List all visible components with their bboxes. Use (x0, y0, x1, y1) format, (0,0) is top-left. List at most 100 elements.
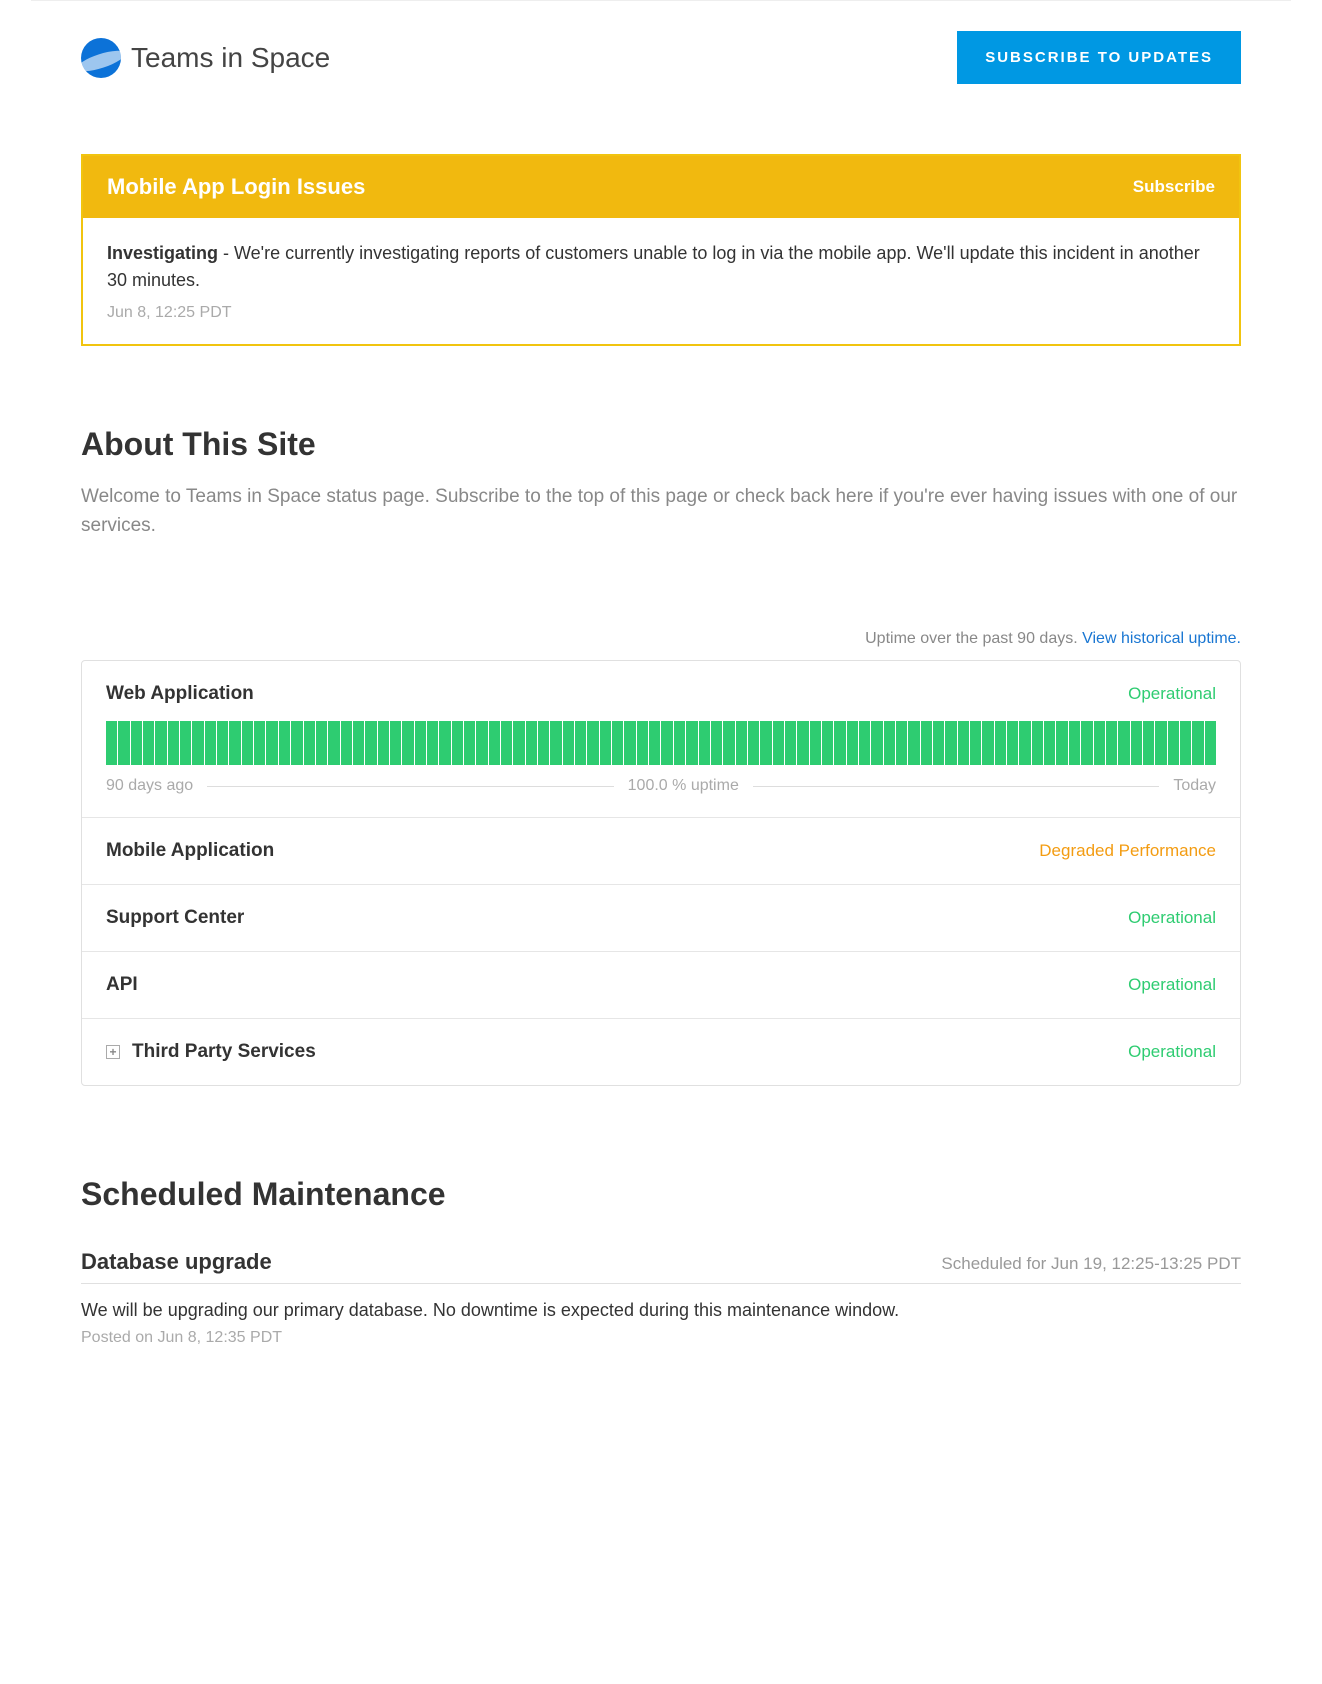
uptime-bar[interactable] (205, 721, 216, 765)
uptime-bar[interactable] (773, 721, 784, 765)
maintenance-posted: Posted on Jun 8, 12:35 PDT (81, 1329, 1241, 1347)
subscribe-updates-button[interactable]: SUBSCRIBE TO UPDATES (957, 31, 1241, 84)
uptime-bar[interactable] (513, 721, 524, 765)
uptime-bar[interactable] (1192, 721, 1203, 765)
uptime-bar[interactable] (180, 721, 191, 765)
uptime-bar[interactable] (476, 721, 487, 765)
uptime-bar[interactable] (945, 721, 956, 765)
uptime-bar[interactable] (921, 721, 932, 765)
uptime-bar[interactable] (353, 721, 364, 765)
uptime-bar[interactable] (390, 721, 401, 765)
uptime-bar[interactable] (612, 721, 623, 765)
uptime-bar[interactable] (242, 721, 253, 765)
uptime-bar[interactable] (587, 721, 598, 765)
uptime-bar[interactable] (341, 721, 352, 765)
uptime-bar[interactable] (1081, 721, 1092, 765)
component-header: +Third Party ServicesOperational (106, 1041, 1216, 1063)
uptime-bar[interactable] (143, 721, 154, 765)
uptime-bar[interactable] (908, 721, 919, 765)
uptime-bar[interactable] (760, 721, 771, 765)
uptime-bar[interactable] (452, 721, 463, 765)
uptime-bar[interactable] (316, 721, 327, 765)
uptime-bar[interactable] (192, 721, 203, 765)
incident-title: Mobile App Login Issues (107, 174, 365, 200)
brand-logo[interactable]: Teams in Space (81, 38, 330, 78)
uptime-bar[interactable] (427, 721, 438, 765)
uptime-bar[interactable] (168, 721, 179, 765)
uptime-bar[interactable] (785, 721, 796, 765)
uptime-bar[interactable] (958, 721, 969, 765)
uptime-bar[interactable] (674, 721, 685, 765)
uptime-bar[interactable] (600, 721, 611, 765)
uptime-bar[interactable] (797, 721, 808, 765)
uptime-bar[interactable] (1155, 721, 1166, 765)
uptime-bar[interactable] (106, 721, 117, 765)
uptime-bar[interactable] (439, 721, 450, 765)
uptime-bar[interactable] (217, 721, 228, 765)
uptime-bar[interactable] (822, 721, 833, 765)
uptime-bar[interactable] (563, 721, 574, 765)
uptime-bar[interactable] (896, 721, 907, 765)
page-header: Teams in Space SUBSCRIBE TO UPDATES (81, 31, 1241, 84)
uptime-bar[interactable] (229, 721, 240, 765)
uptime-bar[interactable] (291, 721, 302, 765)
uptime-bar[interactable] (415, 721, 426, 765)
uptime-bar[interactable] (1044, 721, 1055, 765)
uptime-bar[interactable] (1007, 721, 1018, 765)
uptime-bar[interactable] (748, 721, 759, 765)
uptime-bar[interactable] (131, 721, 142, 765)
expand-icon[interactable]: + (106, 1045, 120, 1059)
uptime-bar[interactable] (834, 721, 845, 765)
uptime-bar[interactable] (118, 721, 129, 765)
uptime-bar[interactable] (661, 721, 672, 765)
uptime-bar[interactable] (1032, 721, 1043, 765)
incident-subscribe-link[interactable]: Subscribe (1133, 177, 1215, 197)
uptime-bar[interactable] (1106, 721, 1117, 765)
uptime-bar[interactable] (266, 721, 277, 765)
uptime-bar[interactable] (254, 721, 265, 765)
uptime-bar[interactable] (933, 721, 944, 765)
uptime-bar[interactable] (538, 721, 549, 765)
uptime-bar[interactable] (575, 721, 586, 765)
uptime-bar[interactable] (1069, 721, 1080, 765)
uptime-bar[interactable] (711, 721, 722, 765)
uptime-bar[interactable] (328, 721, 339, 765)
uptime-bar[interactable] (279, 721, 290, 765)
historical-uptime-link[interactable]: View historical uptime. (1082, 630, 1241, 647)
uptime-bar[interactable] (871, 721, 882, 765)
uptime-bar[interactable] (550, 721, 561, 765)
uptime-bar[interactable] (686, 721, 697, 765)
uptime-bar[interactable] (1168, 721, 1179, 765)
uptime-bar[interactable] (378, 721, 389, 765)
uptime-bar[interactable] (155, 721, 166, 765)
uptime-bar[interactable] (1180, 721, 1191, 765)
uptime-bar[interactable] (970, 721, 981, 765)
uptime-bar[interactable] (464, 721, 475, 765)
uptime-bar[interactable] (489, 721, 500, 765)
uptime-bar[interactable] (995, 721, 1006, 765)
uptime-bar[interactable] (649, 721, 660, 765)
uptime-bar[interactable] (624, 721, 635, 765)
uptime-bar[interactable] (365, 721, 376, 765)
uptime-bar[interactable] (1118, 721, 1129, 765)
uptime-bar[interactable] (736, 721, 747, 765)
uptime-bar[interactable] (1131, 721, 1142, 765)
uptime-bar[interactable] (982, 721, 993, 765)
uptime-bar[interactable] (859, 721, 870, 765)
uptime-bar[interactable] (1056, 721, 1067, 765)
uptime-bar[interactable] (1019, 721, 1030, 765)
uptime-bar[interactable] (810, 721, 821, 765)
uptime-bar[interactable] (501, 721, 512, 765)
maintenance-name[interactable]: Database upgrade (81, 1249, 272, 1275)
uptime-bar[interactable] (1094, 721, 1105, 765)
uptime-bar[interactable] (1143, 721, 1154, 765)
uptime-bar[interactable] (847, 721, 858, 765)
uptime-bar[interactable] (637, 721, 648, 765)
uptime-bar[interactable] (723, 721, 734, 765)
uptime-bar[interactable] (304, 721, 315, 765)
uptime-bar[interactable] (402, 721, 413, 765)
uptime-bar[interactable] (1205, 721, 1216, 765)
uptime-bar[interactable] (526, 721, 537, 765)
uptime-bar[interactable] (699, 721, 710, 765)
uptime-bar[interactable] (884, 721, 895, 765)
